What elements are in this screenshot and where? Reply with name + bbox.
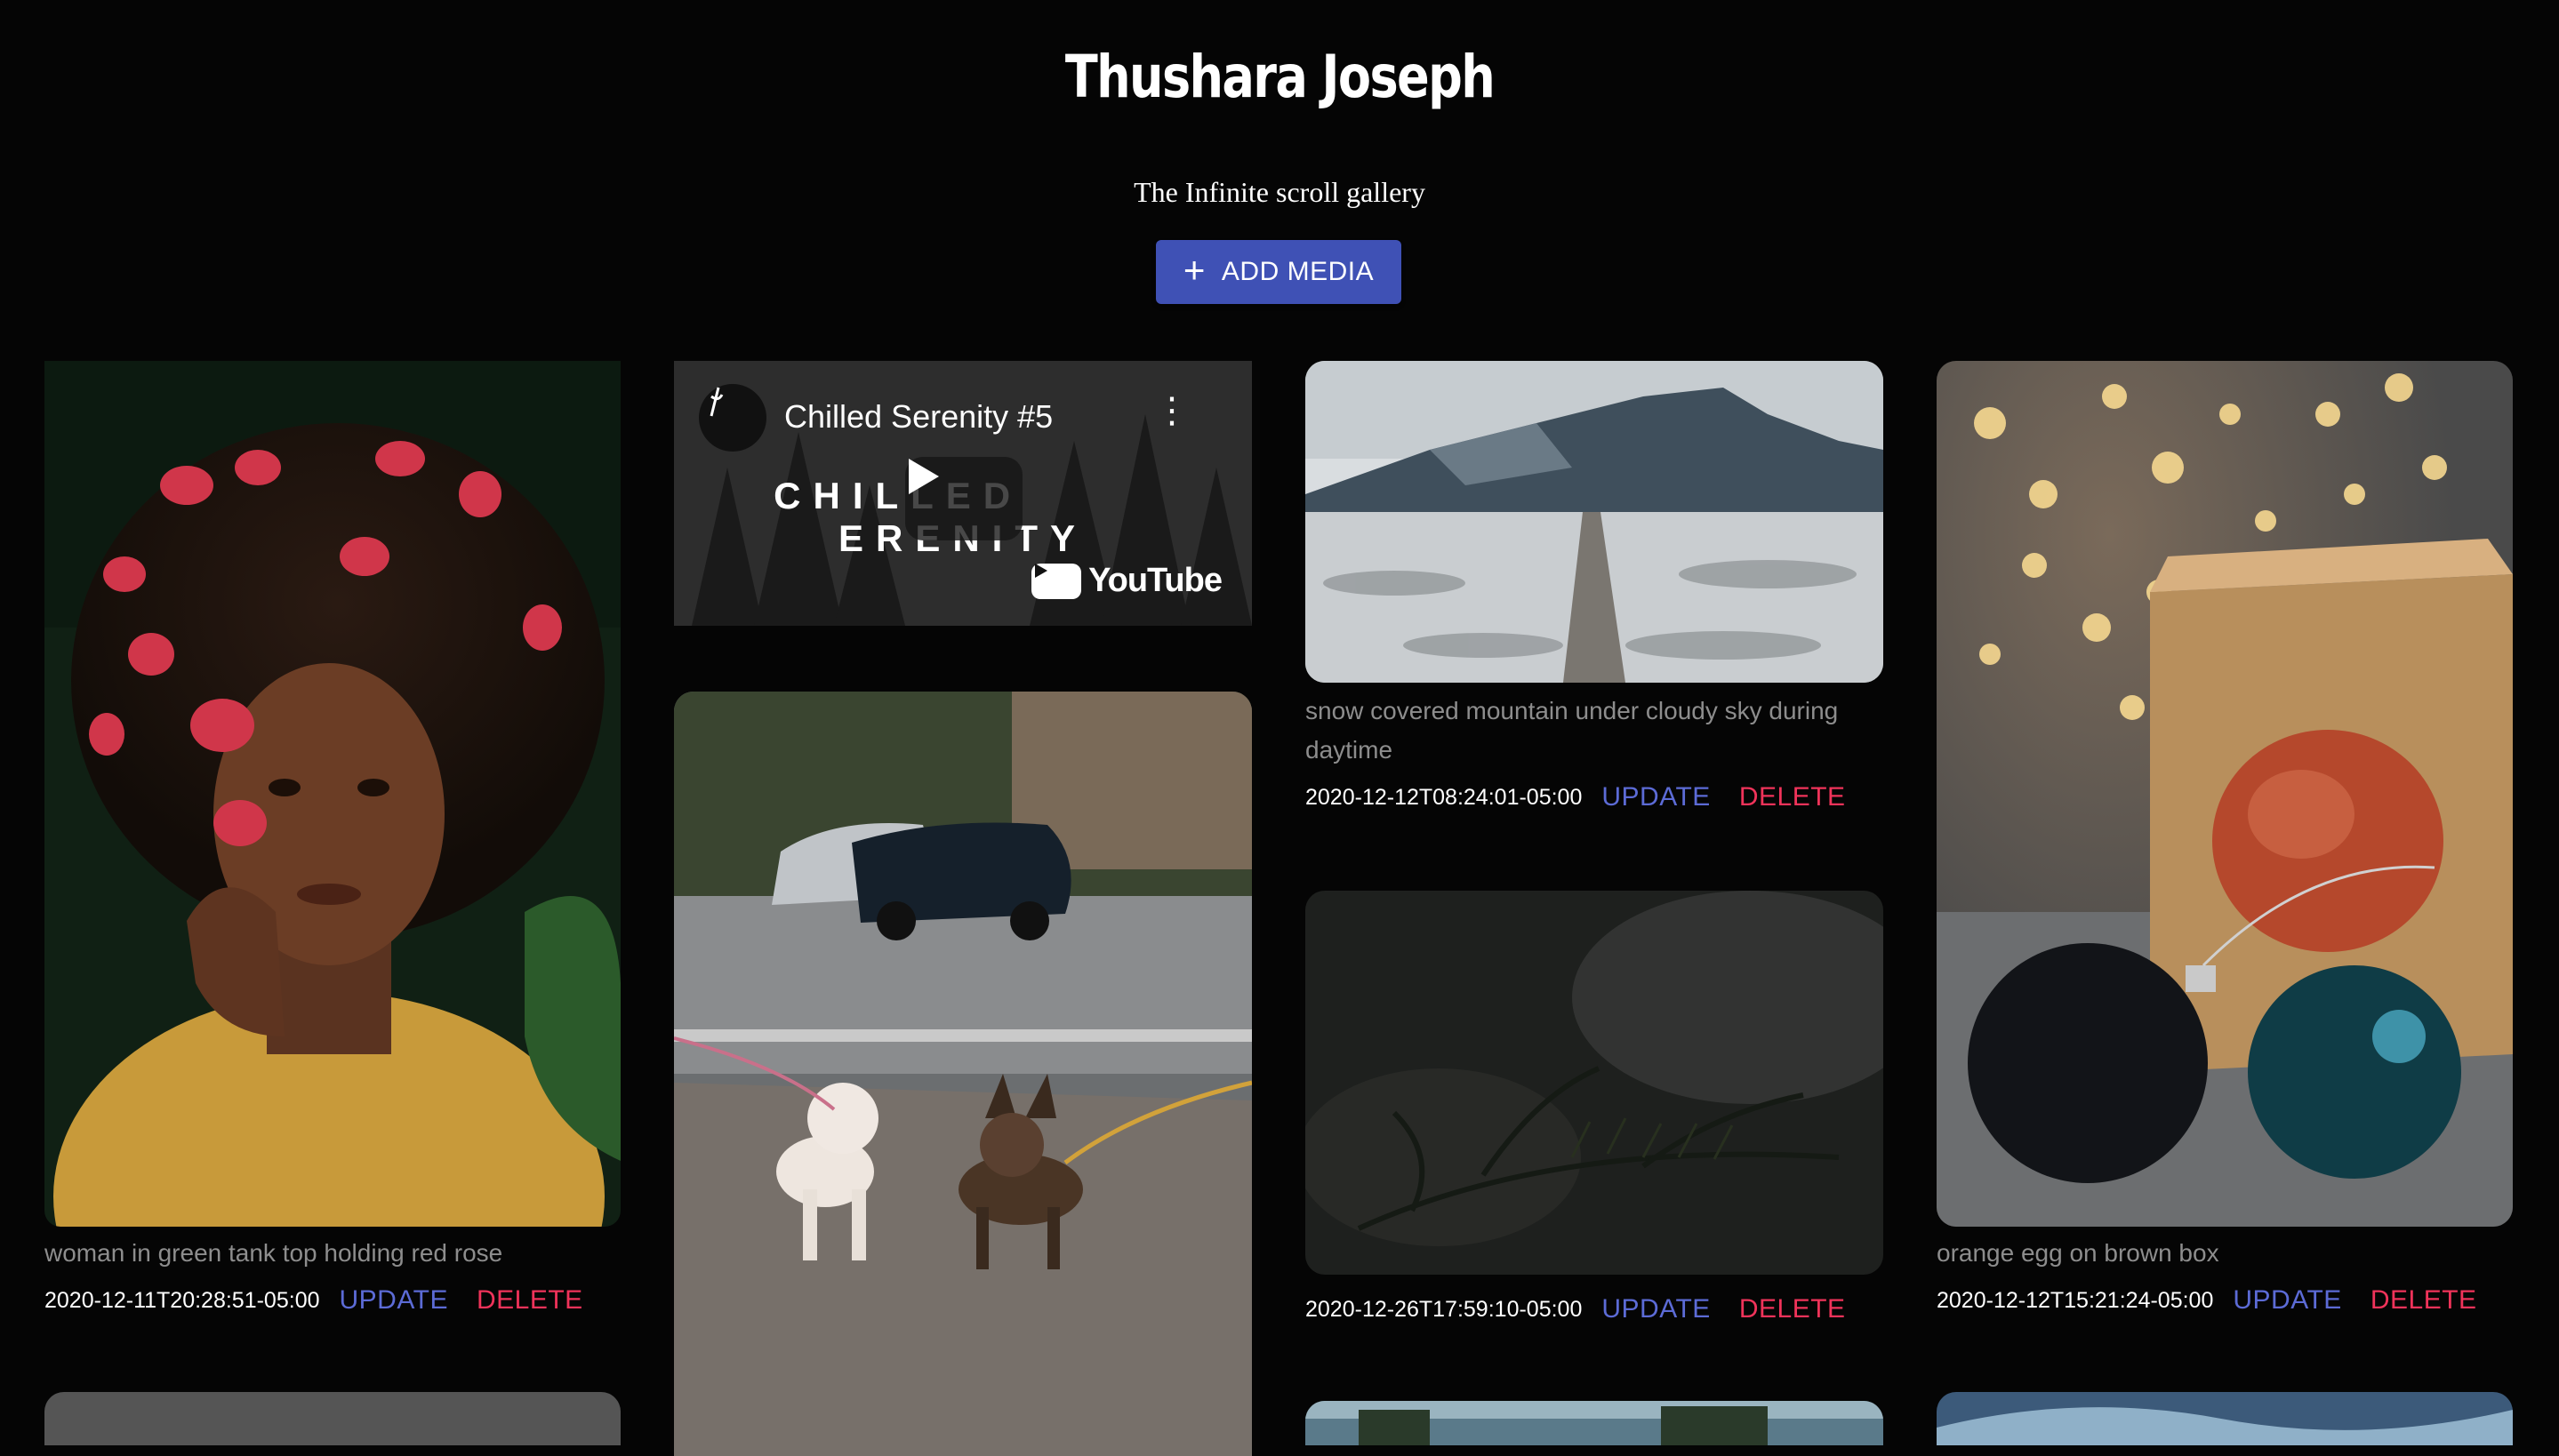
add-media-label: ADD MEDIA	[1221, 257, 1375, 286]
plus-icon: +	[1183, 249, 1206, 291]
update-button[interactable]: UPDATE	[1601, 1294, 1710, 1324]
page-subtitle: The Infinite scroll gallery	[1134, 176, 1425, 208]
card-actions: 2020-12-12T08:24:01-05:00 UPDATE DELETE	[1305, 782, 1846, 812]
gallery-image-partial[interactable]	[1937, 1392, 2513, 1445]
video-title[interactable]: Chilled Serenity #5	[784, 398, 1053, 436]
timestamp: 2020-12-12T15:21:24-05:00	[1937, 1287, 2214, 1313]
gallery-image-woman[interactable]	[44, 361, 621, 1227]
delete-button[interactable]: DELETE	[1739, 782, 1846, 812]
channel-avatar[interactable]	[699, 384, 766, 452]
add-media-button[interactable]: + ADD MEDIA	[1156, 240, 1401, 304]
delete-button[interactable]: DELETE	[477, 1285, 583, 1316]
gallery-image-pine[interactable]	[1305, 891, 1883, 1275]
gallery-image-dogs[interactable]	[674, 692, 1252, 1456]
update-button[interactable]: UPDATE	[2233, 1285, 2341, 1316]
page-title: Thushara Joseph	[1064, 43, 1496, 111]
gallery-image-partial[interactable]	[44, 1392, 621, 1445]
timestamp: 2020-12-11T20:28:51-05:00	[44, 1287, 320, 1313]
card-actions: 2020-12-11T20:28:51-05:00 UPDATE DELETE	[44, 1285, 583, 1316]
youtube-logo[interactable]: YouTube	[1031, 562, 1223, 600]
play-button[interactable]	[905, 457, 1023, 540]
delete-button[interactable]: DELETE	[1739, 1294, 1846, 1324]
youtube-video-embed[interactable]: Chilled Serenity #5 ⋮ CHILLED ERENITY Yo…	[674, 361, 1252, 626]
youtube-wordmark: YouTube	[1088, 562, 1223, 599]
timestamp: 2020-12-12T08:24:01-05:00	[1305, 784, 1583, 810]
gallery-image-ornaments[interactable]	[1937, 361, 2513, 1227]
update-button[interactable]: UPDATE	[1601, 782, 1710, 812]
image-caption: woman in green tank top holding red rose	[44, 1239, 503, 1267]
timestamp: 2020-12-26T17:59:10-05:00	[1305, 1296, 1583, 1322]
delete-button[interactable]: DELETE	[2370, 1285, 2477, 1316]
image-caption: orange egg on brown box	[1937, 1239, 2219, 1267]
card-actions: 2020-12-12T15:21:24-05:00 UPDATE DELETE	[1937, 1285, 2477, 1316]
more-options-icon[interactable]: ⋮	[1154, 393, 1190, 428]
youtube-icon	[1031, 563, 1082, 599]
update-button[interactable]: UPDATE	[340, 1285, 448, 1316]
gallery-image-partial[interactable]	[1305, 1401, 1883, 1445]
gallery-image-mountain[interactable]	[1305, 361, 1883, 683]
image-caption: snow covered mountain under cloudy sky d…	[1305, 697, 1839, 764]
card-actions: 2020-12-26T17:59:10-05:00 UPDATE DELETE	[1305, 1294, 1846, 1324]
play-icon	[909, 459, 939, 494]
